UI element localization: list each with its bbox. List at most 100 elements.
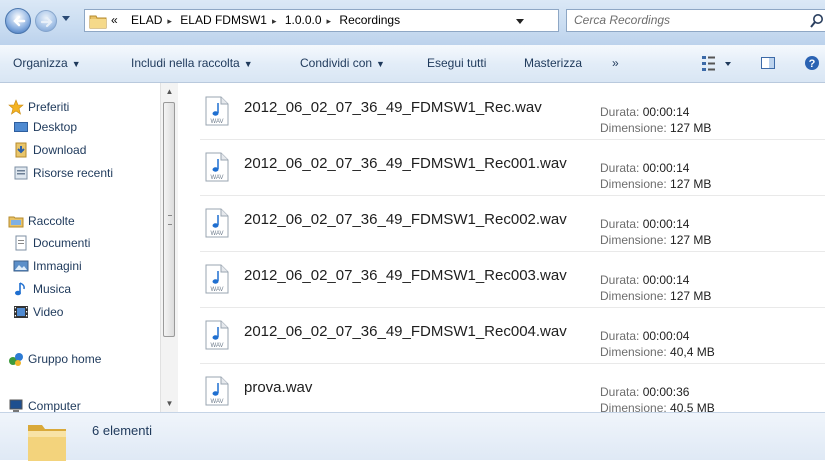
- file-row[interactable]: WAV 2012_06_02_07_36_49_FDMSW1_Rec004.wa…: [200, 307, 825, 364]
- file-name: 2012_06_02_07_36_49_FDMSW1_Rec002.wav: [244, 211, 567, 228]
- file-size: Dimensione: 127 MB: [600, 233, 711, 247]
- svg-text:WAV: WAV: [211, 119, 224, 125]
- organize-label: Organizza: [13, 56, 68, 70]
- nav-documents-label: Documenti: [33, 236, 91, 250]
- address-field[interactable]: « ELAD ▸ ELAD FDMSW1 ▸ 1.0.0.0 ▸ Recordings: [84, 9, 635, 32]
- file-row[interactable]: WAV 2012_06_02_07_36_49_FDMSW1_Rec.wav D…: [200, 83, 825, 140]
- duration-value: 00:00:04: [642, 329, 690, 343]
- command-bar: Organizza ▼ Includi nella raccolta ▼ Condi…: [0, 45, 825, 83]
- burn-label: Masterizza: [524, 56, 583, 70]
- address-dropdown-icon[interactable]: [512, 10, 528, 31]
- nav-desktop-label: Desktop: [33, 120, 78, 134]
- more-label: »: [612, 56, 619, 70]
- duration-label: Durata:: [600, 105, 640, 119]
- file-name: 2012_06_02_07_36_49_FDMSW1_Rec001.wav: [244, 155, 567, 172]
- documents-icon: [15, 235, 27, 251]
- svg-text:WAV: WAV: [211, 399, 224, 405]
- size-label: Dimensione:: [600, 289, 667, 303]
- file-name: 2012_06_02_07_36_49_FDMSW1_Rec004.wav: [244, 323, 567, 340]
- nav-favorites-label: Preferiti: [28, 100, 70, 114]
- forward-button[interactable]: [35, 10, 57, 32]
- folder-icon: [28, 425, 66, 461]
- search-placeholder: Cerca Recordings: [574, 13, 671, 27]
- libraries-icon: [8, 216, 24, 228]
- preview-pane-icon[interactable]: [760, 55, 776, 71]
- size-value: 127 MB: [670, 177, 712, 191]
- duration-label: Durata:: [600, 329, 640, 343]
- file-name: prova.wav: [244, 379, 313, 396]
- file-size: Dimensione: 127 MB: [600, 177, 711, 191]
- file-duration: Durata: 00:00:36: [600, 385, 689, 399]
- wav-file-icon: WAV: [205, 96, 229, 126]
- file-name: 2012_06_02_07_36_49_FDMSW1_Rec003.wav: [244, 267, 567, 284]
- breadcrumb-elad[interactable]: ELAD: [131, 10, 162, 31]
- duration-label: Durata:: [600, 217, 640, 231]
- play-all-button[interactable]: Esegui tutti: [427, 45, 486, 82]
- size-label: Dimensione:: [600, 177, 667, 191]
- file-row[interactable]: WAV 2012_06_02_07_36_49_FDMSW1_Rec003.wa…: [200, 251, 825, 308]
- size-label: Dimensione:: [600, 345, 667, 359]
- file-duration: Durata: 00:00:14: [600, 105, 689, 119]
- duration-label: Durata:: [600, 273, 640, 287]
- duration-label: Durata:: [600, 161, 640, 175]
- breadcrumb-version[interactable]: 1.0.0.0: [285, 10, 322, 31]
- organize-menu-button[interactable]: Organizza ▼: [13, 45, 81, 83]
- file-duration: Durata: 00:00:14: [600, 161, 689, 175]
- size-label: Dimensione:: [600, 121, 667, 135]
- duration-value: 00:00:14: [642, 105, 690, 119]
- folder-icon: [89, 15, 107, 29]
- share-label: Condividi con: [300, 56, 373, 70]
- video-icon: [14, 306, 28, 318]
- desktop-icon: [14, 122, 28, 132]
- duration-value: 00:00:14: [642, 161, 690, 175]
- nav-music-label: Musica: [33, 282, 72, 296]
- wav-file-icon: WAV: [205, 376, 229, 406]
- back-button[interactable]: [5, 8, 31, 34]
- file-row[interactable]: WAV 2012_06_02_07_36_49_FDMSW1_Rec001.wa…: [200, 139, 825, 196]
- chevron-down-icon: ▼: [243, 59, 253, 69]
- search-field[interactable]: Cerca Recordings: [566, 9, 825, 32]
- size-value: 127 MB: [670, 121, 712, 135]
- include-in-library-button[interactable]: Includi nella raccolta ▼: [131, 45, 253, 83]
- file-row[interactable]: WAV 2012_06_02_07_36_49_FDMSW1_Rec002.wa…: [200, 195, 825, 252]
- duration-label: Durata:: [600, 385, 640, 399]
- search-icon[interactable]: [809, 13, 825, 29]
- nav-recent-label: Risorse recenti: [33, 166, 114, 180]
- file-size: Dimensione: 127 MB: [600, 121, 711, 135]
- share-with-button[interactable]: Condividi con ▼: [300, 45, 385, 83]
- include-label: Includi nella raccolta: [131, 56, 240, 70]
- svg-text:WAV: WAV: [211, 231, 224, 237]
- file-size: Dimensione: 40,4 MB: [600, 345, 715, 359]
- item-count: 6 elementi: [92, 423, 152, 438]
- burn-button[interactable]: Masterizza: [524, 45, 582, 82]
- duration-value: 00:00:36: [642, 385, 690, 399]
- homegroup-icon: [9, 353, 23, 366]
- nav-libraries-label: Raccolte: [28, 214, 75, 228]
- nav-pictures-label: Immagini: [33, 259, 82, 273]
- wav-file-icon: WAV: [205, 208, 229, 238]
- details-pane: 6 elementi: [0, 412, 825, 461]
- breadcrumb-elad-fdmsw1[interactable]: ELAD FDMSW1: [180, 10, 267, 31]
- help-icon[interactable]: ?: [804, 55, 820, 71]
- file-row[interactable]: WAV prova.wav Durata: 00:00:36 Dimension…: [200, 363, 825, 419]
- scroll-down-icon[interactable]: ▼: [161, 395, 178, 412]
- navigation-scrollbar[interactable]: ▲ ▼: [160, 83, 178, 412]
- nav-computer-label: Computer: [28, 399, 81, 412]
- history-dropdown-icon[interactable]: [62, 14, 70, 22]
- wav-file-icon: WAV: [205, 152, 229, 182]
- scrollbar-thumb[interactable]: [163, 102, 175, 337]
- duration-value: 00:00:14: [642, 217, 690, 231]
- more-commands-button[interactable]: »: [612, 45, 619, 82]
- duration-value: 00:00:14: [642, 273, 690, 287]
- breadcrumb-recordings[interactable]: Recordings: [339, 10, 400, 31]
- navigation-pane: Preferiti Desktop Download Risorse recen…: [0, 83, 175, 412]
- file-duration: Durata: 00:00:14: [600, 217, 689, 231]
- wav-file-icon: WAV: [205, 320, 229, 350]
- chevron-down-icon: ▼: [376, 59, 385, 69]
- scroll-up-icon[interactable]: ▲: [161, 83, 178, 100]
- file-duration: Durata: 00:00:14: [600, 273, 689, 287]
- size-value: 40,4 MB: [670, 345, 715, 359]
- recent-places-icon: [14, 166, 28, 180]
- view-options-icon[interactable]: [700, 54, 736, 74]
- breadcrumb-overflow[interactable]: «: [111, 10, 118, 31]
